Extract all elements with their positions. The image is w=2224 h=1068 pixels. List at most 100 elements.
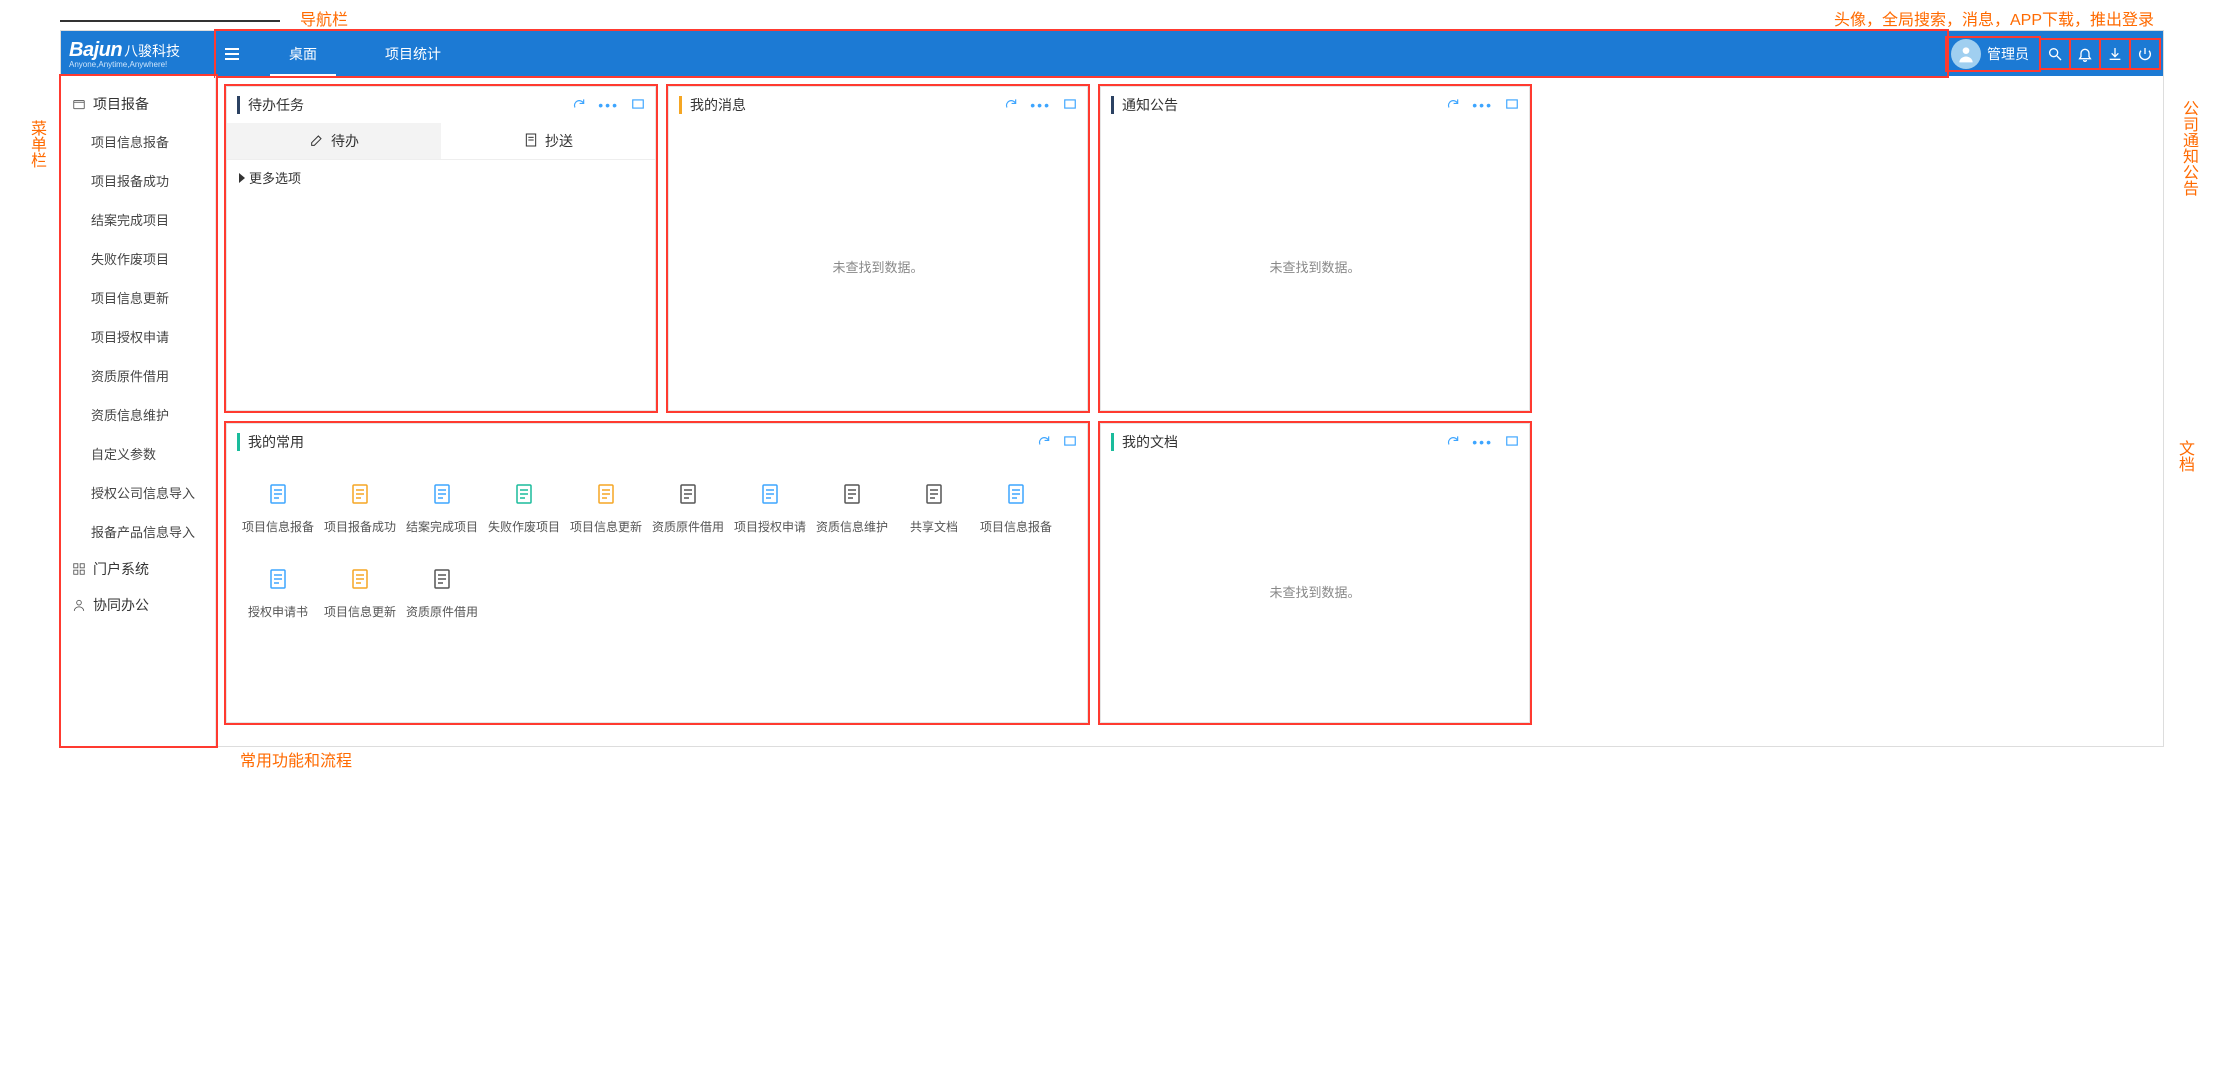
user-icon <box>71 597 87 613</box>
annotation-bottom: 常用功能和流程 <box>240 747 352 771</box>
annotation-menu: 菜单栏 <box>24 120 48 168</box>
sidebar-item-0-5[interactable]: 项目授权申请 <box>61 317 215 356</box>
doc-icon <box>510 480 538 508</box>
doc-icon <box>346 480 374 508</box>
favorite-label: 项目信息更新 <box>324 603 396 620</box>
panel-messages: 我的消息 ••• 未查找到数据。 <box>668 86 1088 411</box>
logo-brand: Bajun <box>69 39 122 62</box>
header-right: 管理员 <box>1947 31 2163 76</box>
refresh-icon[interactable] <box>1037 434 1051 451</box>
favorite-label: 项目报备成功 <box>324 518 396 535</box>
sidebar-item-0-2[interactable]: 结案完成项目 <box>61 200 215 239</box>
logo: Bajun 八骏科技 Anyone,Anytime,Anywhere! <box>61 31 216 76</box>
todo-tab-1[interactable]: 抄送 <box>441 123 655 159</box>
doc-icon <box>264 480 292 508</box>
doc-icon <box>674 480 702 508</box>
favorite-label: 项目信息报备 <box>242 518 314 535</box>
todo-tab-0[interactable]: 待办 <box>227 123 441 159</box>
more-icon[interactable]: ••• <box>1472 434 1493 451</box>
doc-icon <box>346 565 374 593</box>
user-name: 管理员 <box>1987 44 2029 64</box>
sidebar-item-0-9[interactable]: 授权公司信息导入 <box>61 473 215 512</box>
refresh-icon[interactable] <box>1446 97 1460 114</box>
annotation-underline <box>60 20 280 22</box>
download-icon[interactable] <box>2101 40 2129 68</box>
favorite-item-0[interactable]: 项目信息报备 <box>237 480 319 535</box>
doc-icon <box>428 480 456 508</box>
panel-bulletin: 通知公告 ••• 未查找到数据。 <box>1100 86 1530 411</box>
header: Bajun 八骏科技 Anyone,Anytime,Anywhere! 桌面项目… <box>61 31 2163 76</box>
avatar[interactable] <box>1951 39 1981 69</box>
doc-icon <box>264 565 292 593</box>
bell-icon[interactable] <box>2071 40 2099 68</box>
sidebar-item-0-1[interactable]: 项目报备成功 <box>61 161 215 200</box>
more-icon[interactable]: ••• <box>598 97 619 114</box>
sidebar-group-0[interactable]: 项目报备 <box>61 86 215 122</box>
expand-icon[interactable] <box>1063 434 1077 451</box>
expand-icon[interactable] <box>1505 434 1519 451</box>
refresh-icon[interactable] <box>1004 97 1018 114</box>
refresh-icon[interactable] <box>1446 434 1460 451</box>
logo-cn: 八骏科技 <box>124 41 180 61</box>
more-icon[interactable]: ••• <box>1030 97 1051 114</box>
doc-icon <box>1002 480 1030 508</box>
favorite-label: 共享文档 <box>910 518 958 535</box>
annotation-right: 头像，全局搜索，消息，APP下载，推出登录 <box>1834 6 2154 30</box>
sidebar-item-0-0[interactable]: 项目信息报备 <box>61 122 215 161</box>
panel-stripe <box>679 96 682 114</box>
power-icon[interactable] <box>2131 40 2159 68</box>
favorite-item-10[interactable]: 授权申请书 <box>237 565 319 620</box>
favorite-item-4[interactable]: 项目信息更新 <box>565 480 647 535</box>
sidebar-item-0-4[interactable]: 项目信息更新 <box>61 278 215 317</box>
favorite-item-2[interactable]: 结案完成项目 <box>401 480 483 535</box>
nav-tab-1[interactable]: 项目统计 <box>358 31 468 76</box>
sidebar-item-0-8[interactable]: 自定义参数 <box>61 434 215 473</box>
favorite-item-6[interactable]: 项目授权申请 <box>729 480 811 535</box>
favorite-item-3[interactable]: 失败作废项目 <box>483 480 565 535</box>
favorite-label: 资质信息维护 <box>816 518 888 535</box>
favorite-item-9[interactable]: 项目信息报备 <box>975 480 1057 535</box>
search-icon[interactable] <box>2041 40 2069 68</box>
more-options[interactable]: 更多选项 <box>227 160 655 195</box>
doc-icon <box>523 132 539 151</box>
grid-icon <box>71 561 87 577</box>
panel-favorites: 我的常用 项目信息报备项目报备成功结案完成项目失败作废项目项目信息更新资质原件借… <box>226 423 1088 723</box>
favorite-item-7[interactable]: 资质信息维护 <box>811 480 893 535</box>
favorite-label: 项目授权申请 <box>734 518 806 535</box>
panel-docs: 我的文档 ••• 未查找到数据。 <box>1100 423 1530 723</box>
doc-icon <box>428 565 456 593</box>
panel-title: 我的消息 <box>690 95 1004 115</box>
sidebar-group-1[interactable]: 门户系统 <box>61 551 215 587</box>
favorite-item-11[interactable]: 项目信息更新 <box>319 565 401 620</box>
panel-stripe <box>237 96 240 114</box>
nav-tab-0[interactable]: 桌面 <box>248 31 358 76</box>
expand-icon[interactable] <box>631 97 645 114</box>
doc-icon <box>756 480 784 508</box>
sidebar-item-0-7[interactable]: 资质信息维护 <box>61 395 215 434</box>
refresh-icon[interactable] <box>572 97 586 114</box>
sidebar-item-0-10[interactable]: 报备产品信息导入 <box>61 512 215 551</box>
favorite-item-8[interactable]: 共享文档 <box>893 480 975 535</box>
favorite-item-12[interactable]: 资质原件借用 <box>401 565 483 620</box>
annotation-nav: 导航栏 <box>300 6 348 30</box>
favorite-item-1[interactable]: 项目报备成功 <box>319 480 401 535</box>
panel-stripe <box>1111 96 1114 114</box>
sidebar-item-0-3[interactable]: 失败作废项目 <box>61 239 215 278</box>
panel-title: 通知公告 <box>1122 95 1446 115</box>
nodata-text: 未查找到数据。 <box>669 123 1087 410</box>
sidebar-group-2[interactable]: 协同办公 <box>61 587 215 623</box>
more-icon[interactable]: ••• <box>1472 97 1493 114</box>
panel-stripe <box>1111 433 1114 451</box>
sidebar-item-0-6[interactable]: 资质原件借用 <box>61 356 215 395</box>
nodata-text: 未查找到数据。 <box>1101 123 1529 410</box>
favorite-label: 授权申请书 <box>248 603 308 620</box>
annotation-bulletin: 公司通知公告 <box>2176 100 2200 196</box>
expand-icon[interactable] <box>1063 97 1077 114</box>
favorite-label: 项目信息报备 <box>980 518 1052 535</box>
nav-bar: 桌面项目统计 <box>216 31 1947 76</box>
favorite-item-5[interactable]: 资质原件借用 <box>647 480 729 535</box>
expand-icon[interactable] <box>1505 97 1519 114</box>
panel-title: 待办任务 <box>248 95 572 115</box>
favorite-label: 资质原件借用 <box>406 603 478 620</box>
hamburger-icon[interactable] <box>216 31 248 76</box>
